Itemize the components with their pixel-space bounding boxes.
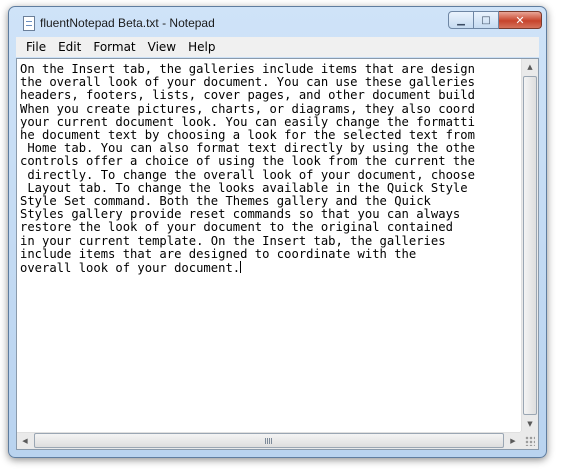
horizontal-scroll-thumb[interactable] xyxy=(34,433,504,448)
notepad-window: fluentNotepad Beta.txt - Notepad ▁ □ ✕ F… xyxy=(8,6,547,458)
text-caret xyxy=(240,261,242,274)
scroll-up-arrow-icon[interactable]: ▲ xyxy=(522,59,538,75)
text-editor[interactable]: On the Insert tab, the galleries include… xyxy=(16,58,539,450)
title-bar[interactable]: fluentNotepad Beta.txt - Notepad ▁ □ ✕ xyxy=(9,7,546,37)
vertical-scrollbar[interactable]: ▲ ▼ xyxy=(521,59,538,432)
resize-grip-icon[interactable] xyxy=(520,431,538,449)
close-button[interactable]: ✕ xyxy=(499,11,542,29)
menu-format[interactable]: Format xyxy=(87,37,141,57)
text-line: include items that are designed to coord… xyxy=(20,246,417,261)
menu-file[interactable]: File xyxy=(16,37,52,57)
menu-edit[interactable]: Edit xyxy=(52,37,87,57)
scroll-right-arrow-icon[interactable]: ▶ xyxy=(505,433,521,449)
caption-buttons: ▁ □ ✕ xyxy=(448,11,542,29)
text-line: restore the look of your document to the… xyxy=(20,220,453,235)
maximize-button[interactable]: □ xyxy=(474,11,499,29)
menu-help[interactable]: Help xyxy=(182,37,221,57)
grip-icon xyxy=(265,437,273,444)
window-title: fluentNotepad Beta.txt - Notepad xyxy=(40,16,215,30)
vertical-scroll-thumb[interactable] xyxy=(523,76,537,415)
document-text[interactable]: On the Insert tab, the galleries include… xyxy=(20,63,518,427)
menu-view[interactable]: View xyxy=(142,37,182,57)
text-line: controls offer a choice of using the loo… xyxy=(20,154,475,169)
scroll-down-arrow-icon[interactable]: ▼ xyxy=(522,416,538,432)
text-line: headers, footers, lists, cover pages, an… xyxy=(20,88,475,103)
text-line-last: overall look of your document. xyxy=(20,261,518,275)
minimize-button[interactable]: ▁ xyxy=(448,11,474,29)
notepad-icon[interactable] xyxy=(23,16,35,31)
horizontal-scrollbar[interactable]: ◀ ▶ xyxy=(17,432,521,449)
text-line: directly. To change the overall look of … xyxy=(20,167,475,182)
scroll-left-arrow-icon[interactable]: ◀ xyxy=(17,433,33,449)
text-line: When you create pictures, charts, or dia… xyxy=(20,101,475,116)
menu-bar: File Edit Format View Help xyxy=(16,37,539,57)
text-line: in your current template. On the Insert … xyxy=(20,233,446,248)
text-line: overall look of your document. xyxy=(20,261,241,276)
